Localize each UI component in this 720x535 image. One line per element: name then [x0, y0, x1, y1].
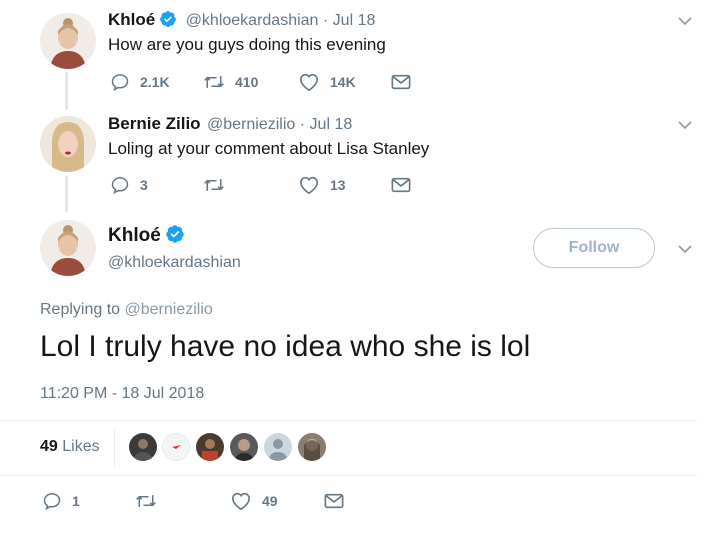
heart-icon	[299, 73, 319, 92]
tweet-header: Khloé @khloekardashian · Jul 18	[108, 10, 375, 30]
avatar[interactable]	[40, 116, 96, 172]
like-button[interactable]: 14K	[298, 72, 356, 92]
likes-summary[interactable]: 49 Likes	[40, 438, 100, 456]
verified-badge-icon	[159, 10, 177, 28]
author-name-row: Khloé	[108, 224, 185, 247]
chevron-down-icon[interactable]	[677, 13, 693, 29]
retweet-icon	[204, 179, 224, 191]
likes-label: Likes	[62, 438, 100, 455]
envelope-icon	[324, 493, 344, 509]
liker-avatar[interactable]	[264, 433, 292, 461]
display-name[interactable]: Khloé	[108, 10, 155, 29]
display-name[interactable]: Khloé	[108, 225, 161, 246]
like-count: 49	[262, 493, 278, 509]
avatar[interactable]	[40, 13, 96, 69]
tweet-text: How are you guys doing this evening	[108, 35, 386, 54]
likes-count: 49	[40, 438, 58, 455]
replying-to-label: Replying to	[40, 301, 121, 318]
user-handle[interactable]: @khloekardashian	[108, 254, 241, 272]
user-handle[interactable]: @berniezilio	[207, 116, 295, 133]
chevron-down-icon[interactable]	[677, 117, 693, 133]
tweet-date[interactable]: · Jul 18	[300, 116, 352, 133]
direct-message-button[interactable]	[391, 73, 421, 91]
thread-line	[65, 72, 68, 110]
like-button[interactable]: 49	[230, 491, 278, 511]
chevron-down-icon[interactable]	[677, 241, 693, 257]
heart-icon	[299, 176, 319, 195]
tweet-text: Loling at your comment about Lisa Stanle…	[108, 139, 430, 158]
envelope-icon	[391, 74, 411, 90]
retweet-icon	[204, 76, 224, 88]
replying-to: Replying to @berniezilio	[40, 301, 213, 319]
like-count: 13	[330, 177, 346, 193]
like-button[interactable]: 13	[298, 175, 346, 195]
direct-message-button[interactable]	[391, 176, 421, 194]
display-name[interactable]: Bernie Zilio	[108, 114, 201, 133]
reply-count: 2.1K	[140, 74, 170, 90]
replying-to-handle[interactable]: @berniezilio	[125, 301, 213, 318]
reply-icon	[111, 177, 129, 195]
reply-button[interactable]: 1	[42, 491, 80, 511]
envelope-icon	[391, 177, 411, 193]
retweet-button[interactable]: 410	[203, 72, 258, 92]
follow-button[interactable]: Follow	[533, 228, 655, 268]
reply-button[interactable]: 2.1K	[110, 72, 170, 92]
reply-icon	[43, 493, 61, 511]
reply-button[interactable]: 3	[110, 175, 148, 195]
retweet-icon	[136, 495, 156, 507]
liker-avatar[interactable]	[162, 433, 190, 461]
divider	[0, 475, 697, 476]
retweet-count: 410	[235, 74, 259, 90]
verified-badge-icon	[165, 224, 185, 244]
tweet-header: Bernie Zilio @berniezilio · Jul 18	[108, 114, 352, 134]
reply-count: 1	[72, 493, 80, 509]
liker-avatar[interactable]	[230, 433, 258, 461]
direct-message-button[interactable]	[324, 492, 354, 510]
avatar[interactable]	[40, 220, 96, 276]
retweet-button[interactable]	[203, 175, 235, 195]
divider	[0, 420, 697, 421]
like-count: 14K	[330, 74, 356, 90]
liker-avatar[interactable]	[298, 433, 326, 461]
reply-icon	[111, 74, 129, 92]
user-handle[interactable]: @khloekardashian	[186, 12, 319, 29]
liker-avatar[interactable]	[196, 433, 224, 461]
reply-count: 3	[140, 177, 148, 193]
tweet-date[interactable]: · Jul 18	[323, 12, 375, 29]
thread-line	[65, 176, 68, 212]
heart-icon	[231, 492, 251, 511]
retweet-button[interactable]	[135, 491, 167, 511]
liker-avatar[interactable]	[129, 433, 157, 461]
tweet-text: Lol I truly have no idea who she is lol	[40, 330, 531, 363]
tweet-timestamp[interactable]: 11:20 PM - 18 Jul 2018	[40, 385, 204, 403]
likes-separator	[114, 428, 115, 466]
